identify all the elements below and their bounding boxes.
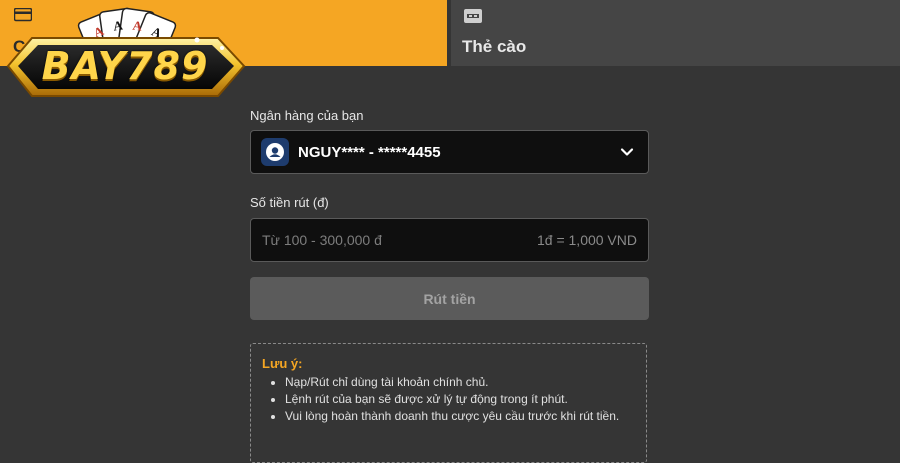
note-box: Lưu ý: Nạp/Rút chỉ dùng tài khoản chính … bbox=[250, 343, 647, 463]
tab-scratch-card-label: Thẻ cào bbox=[462, 37, 527, 56]
bank-label: Ngân hàng của bạn bbox=[250, 108, 364, 123]
chevron-down-icon bbox=[620, 145, 634, 164]
amount-field: 1đ = 1,000 VND bbox=[250, 218, 649, 262]
amount-label: Số tiền rút (đ) bbox=[250, 195, 329, 210]
amount-input[interactable] bbox=[251, 219, 521, 261]
note-list: Nạp/Rút chỉ dùng tài khoản chính chủ. Lệ… bbox=[251, 375, 636, 426]
note-item: Nạp/Rút chỉ dùng tài khoản chính chủ. bbox=[285, 375, 636, 389]
bank-selected-value: NGUY**** - *****4455 bbox=[298, 144, 441, 161]
note-title: Lưu ý: bbox=[262, 356, 303, 371]
tab-scratch-card[interactable]: Thẻ cào bbox=[451, 0, 900, 66]
note-item: Lệnh rút của bạn sẽ được xử lý tự động t… bbox=[285, 392, 636, 406]
logo-text: BAY789 bbox=[41, 44, 209, 88]
exchange-rate: 1đ = 1,000 VND bbox=[536, 232, 637, 248]
bank-logo-icon bbox=[261, 138, 289, 166]
bay789-logo: A A A A BAY789 bbox=[0, 0, 250, 112]
withdraw-button[interactable]: Rút tiền bbox=[250, 277, 649, 320]
bank-select[interactable]: NGUY**** - *****4455 bbox=[250, 130, 649, 174]
note-item: Vui lòng hoàn thành doanh thu cược yêu c… bbox=[285, 409, 636, 423]
scratch-card-icon bbox=[463, 8, 483, 29]
